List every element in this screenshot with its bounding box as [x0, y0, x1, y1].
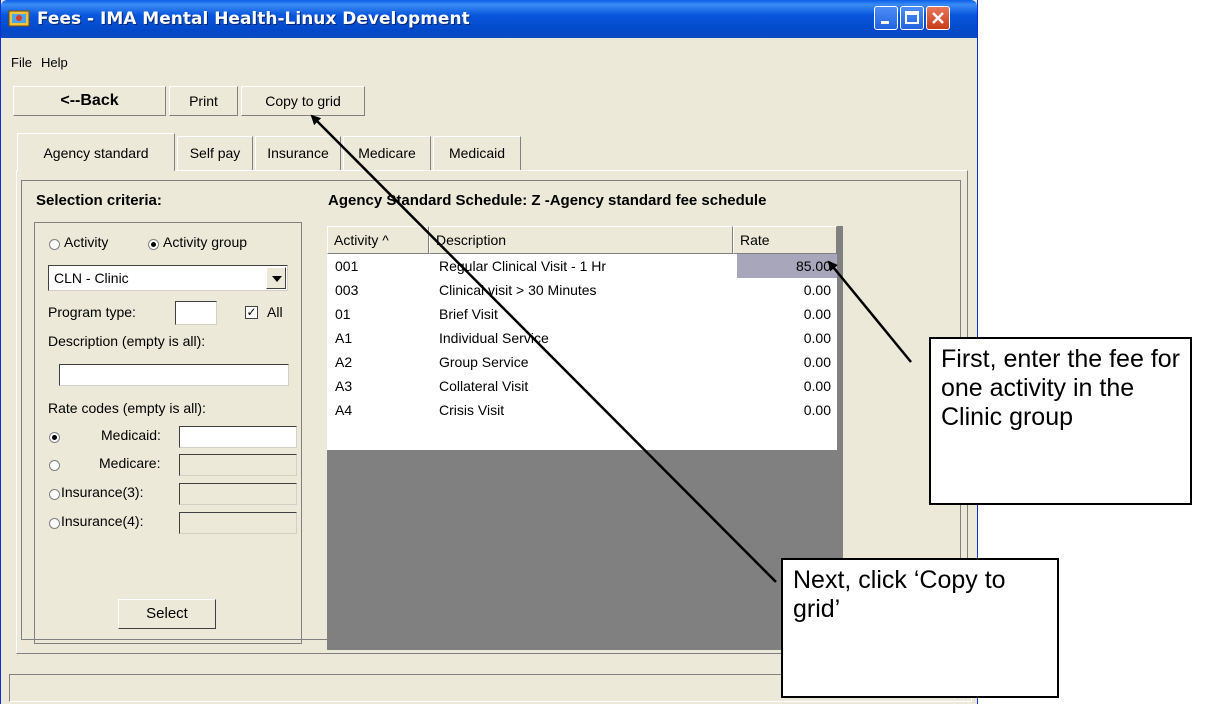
activity-radio[interactable]: [49, 239, 60, 250]
rate-cell[interactable]: 85.00: [737, 254, 837, 278]
program-type-field[interactable]: [175, 301, 217, 325]
maximize-button[interactable]: [900, 6, 924, 30]
table-row[interactable]: A2 Group Service 0.00: [327, 350, 837, 374]
medicare-field[interactable]: [179, 454, 297, 476]
rate-codes-label: Rate codes (empty is all):: [48, 400, 206, 416]
selection-criteria-heading: Selection criteria:: [36, 192, 162, 209]
insurance3-label: Insurance(3):: [61, 484, 144, 500]
rate-cell[interactable]: 0.00: [737, 326, 837, 350]
all-label: All: [267, 304, 283, 320]
description-cell: Individual Service: [439, 330, 549, 346]
rate-cell[interactable]: 0.00: [737, 278, 837, 302]
chevron-down-icon[interactable]: [266, 267, 286, 289]
minimize-icon: [881, 21, 889, 24]
activity-cell: 01: [335, 306, 351, 322]
table-row[interactable]: 003 Clinical visit > 30 Minutes 0.00: [327, 278, 837, 302]
activity-group-radio[interactable]: [148, 239, 159, 250]
column-description[interactable]: Description: [429, 226, 733, 254]
table-row[interactable]: 001 Regular Clinical Visit - 1 Hr 85.00: [327, 254, 837, 278]
menu-bar: File Help: [1, 50, 977, 74]
menu-help[interactable]: Help: [41, 55, 68, 70]
activity-group-radio-label: Activity group: [163, 234, 248, 250]
insurance3-radio[interactable]: [49, 489, 60, 500]
description-field[interactable]: [59, 364, 289, 386]
copy-to-grid-button[interactable]: Copy to grid: [241, 86, 365, 116]
table-row[interactable]: A4 Crisis Visit 0.00: [327, 398, 837, 422]
activity-cell: A3: [335, 378, 353, 394]
activity-cell: 003: [335, 282, 359, 298]
close-button[interactable]: [926, 6, 950, 30]
maximize-icon: [905, 11, 919, 24]
rate-cell[interactable]: 0.00: [737, 398, 837, 422]
description-cell: Group Service: [439, 354, 529, 370]
medicare-radio[interactable]: [49, 460, 60, 471]
activity-group-select[interactable]: CLN - Clinic: [48, 265, 288, 291]
program-type-label: Program type:: [48, 304, 136, 320]
description-cell: Brief Visit: [439, 306, 498, 322]
print-button[interactable]: Print: [169, 86, 238, 116]
close-icon: [932, 12, 944, 24]
insurance4-field[interactable]: [179, 512, 297, 534]
medicaid-label: Medicaid:: [101, 427, 161, 443]
window-title: Fees - IMA Mental Health-Linux Developme…: [37, 9, 470, 29]
table-row[interactable]: 01 Brief Visit 0.00: [327, 302, 837, 326]
callout-copy-to-grid: Next, click ‘Copy to grid’: [781, 558, 1059, 698]
activity-cell: 001: [335, 258, 359, 274]
schedule-heading: Agency Standard Schedule: Z -Agency stan…: [328, 192, 767, 209]
toolbar: <--Back Print Copy to grid: [1, 86, 977, 116]
tab-medicare[interactable]: Medicare: [343, 136, 431, 170]
column-rate[interactable]: Rate: [733, 226, 837, 254]
minimize-button[interactable]: [874, 6, 898, 30]
rate-cell[interactable]: 0.00: [737, 350, 837, 374]
medicaid-radio[interactable]: [49, 432, 60, 443]
title-bar: Fees - IMA Mental Health-Linux Developme…: [1, 0, 977, 38]
description-label: Description (empty is all):: [48, 333, 206, 349]
all-checkbox[interactable]: ✓: [245, 306, 258, 319]
table-row[interactable]: A1 Individual Service 0.00: [327, 326, 837, 350]
menu-file[interactable]: File: [11, 55, 32, 70]
insurance4-label: Insurance(4):: [61, 513, 144, 529]
rate-cell[interactable]: 0.00: [737, 374, 837, 398]
medicaid-field[interactable]: [179, 426, 297, 448]
activity-radio-label: Activity: [64, 234, 109, 250]
select-button[interactable]: Select: [118, 599, 216, 629]
activity-cell: A1: [335, 330, 353, 346]
tab-insurance[interactable]: Insurance: [255, 136, 341, 170]
rate-cell[interactable]: 0.00: [737, 302, 837, 326]
callout-enter-fee: First, enter the fee for one activity in…: [929, 337, 1192, 505]
grid-header: Activity ^ Description Rate: [327, 226, 837, 254]
insurance3-field[interactable]: [179, 483, 297, 505]
tab-self-pay[interactable]: Self pay: [177, 136, 253, 170]
description-cell: Clinical visit > 30 Minutes: [439, 282, 597, 298]
activity-group-value: CLN - Clinic: [54, 270, 129, 286]
back-button[interactable]: <--Back: [13, 86, 166, 116]
tab-agency-standard[interactable]: Agency standard: [17, 133, 175, 171]
grid-body: 001 Regular Clinical Visit - 1 Hr 85.00 …: [327, 254, 837, 450]
activity-cell: A2: [335, 354, 353, 370]
fee-grid: Activity ^ Description Rate 001 Regular …: [327, 226, 843, 650]
tab-medicaid[interactable]: Medicaid: [433, 136, 521, 170]
insurance4-radio[interactable]: [49, 518, 60, 529]
description-cell: Regular Clinical Visit - 1 Hr: [439, 258, 607, 274]
table-row[interactable]: A3 Collateral Visit 0.00: [327, 374, 837, 398]
column-activity[interactable]: Activity ^: [327, 226, 429, 254]
description-cell: Crisis Visit: [439, 402, 505, 418]
activity-cell: A4: [335, 402, 353, 418]
medicare-label: Medicare:: [99, 455, 161, 471]
app-icon: [8, 10, 30, 27]
description-cell: Collateral Visit: [439, 378, 529, 394]
